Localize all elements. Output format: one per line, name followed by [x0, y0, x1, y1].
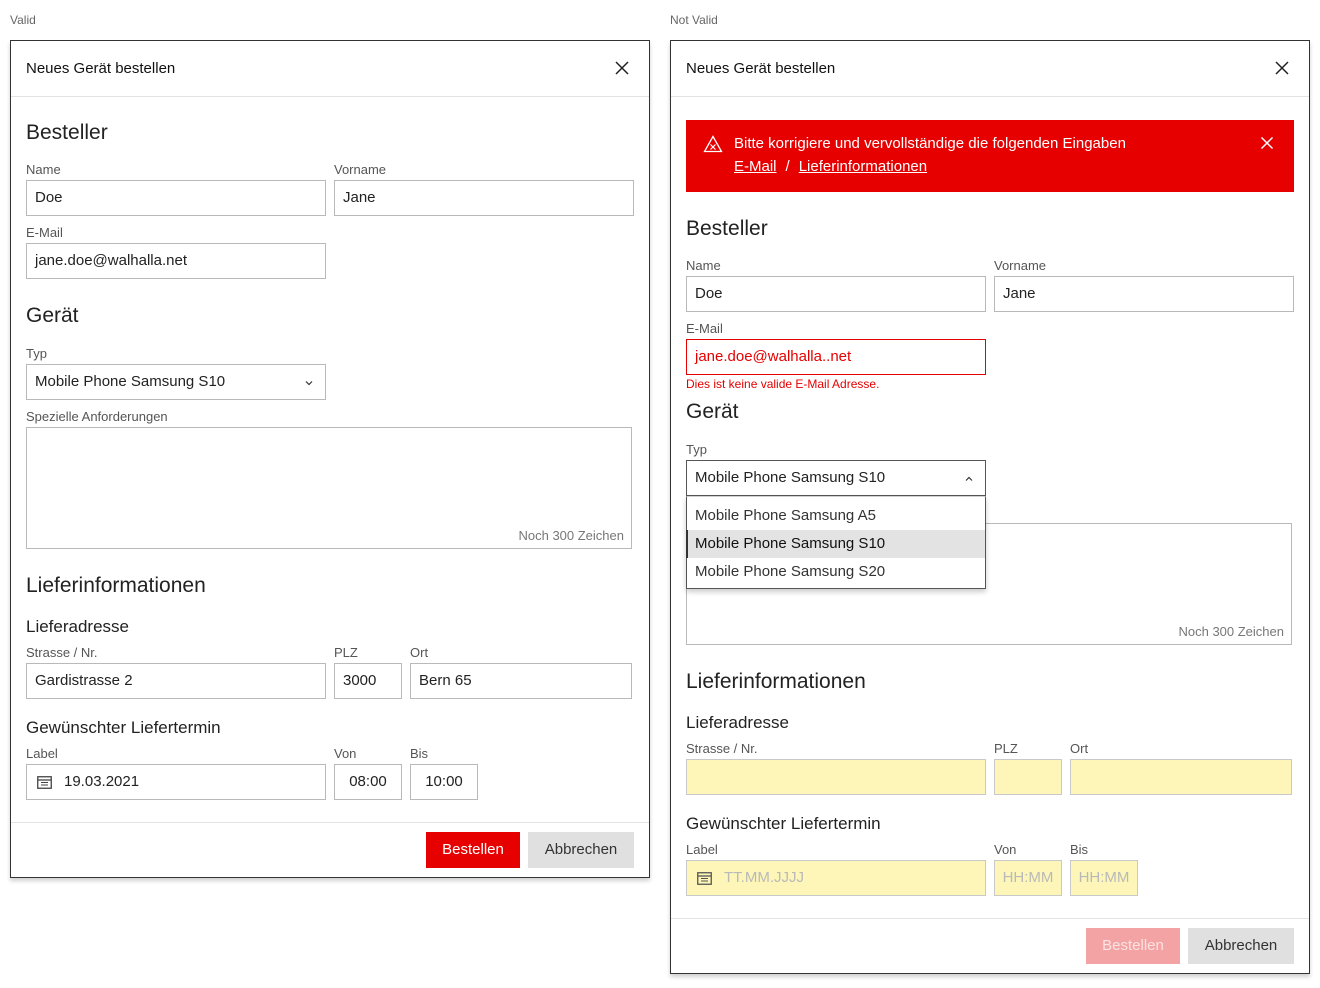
alert-close-icon[interactable]	[1260, 136, 1274, 150]
order-dialog-valid: Neues Gerät bestellen Besteller Name Doe…	[10, 40, 650, 878]
dialog-title: Neues Gerät bestellen	[686, 60, 836, 77]
alert-links: E-Mail / Lieferinformationen	[734, 158, 927, 175]
dialog-header: Neues Gerät bestellen	[671, 41, 1309, 97]
calendar-icon	[37, 776, 52, 789]
type-label: Typ	[686, 442, 707, 457]
street-field[interactable]	[686, 759, 986, 795]
zip-field[interactable]: 3000	[334, 663, 402, 699]
email-label: E-Mail	[686, 321, 723, 336]
date-field[interactable]: 19.03.2021	[26, 764, 326, 800]
section-delivery-title: Lieferinformationen	[686, 670, 866, 693]
street-field[interactable]: Gardistrasse 2	[26, 663, 326, 699]
type-select-value: Mobile Phone Samsung S10	[35, 373, 226, 390]
close-icon[interactable]	[614, 60, 630, 76]
name-label: Name	[686, 258, 721, 273]
requirements-textarea[interactable]: Noch 300 Zeichen	[26, 427, 632, 549]
error-alert: Bitte korrigiere und vervollständige die…	[686, 120, 1294, 192]
date-label: Label	[686, 842, 718, 857]
to-placeholder: HH:MM	[1078, 869, 1130, 886]
section-device-title: Gerät	[26, 304, 79, 327]
city-label: Ort	[410, 645, 429, 660]
city-field[interactable]	[1070, 759, 1292, 795]
from-field[interactable]: HH:MM	[994, 860, 1062, 896]
email-error-message: Dies ist keine valide E-Mail Adresse.	[686, 377, 880, 391]
from-label: Von	[994, 842, 1017, 857]
street-label: Strasse / Nr.	[26, 645, 98, 660]
dialog-footer: Bestellen Abbrechen	[671, 918, 1309, 973]
to-field[interactable]: HH:MM	[1070, 860, 1138, 896]
date-field[interactable]: TT.MM.JJJJ	[686, 860, 986, 896]
zip-field[interactable]	[994, 759, 1062, 795]
email-label: E-Mail	[26, 225, 63, 240]
city-label: Ort	[1070, 741, 1089, 756]
requirements-label: Spezielle Anforderungen	[26, 409, 168, 424]
cancel-button[interactable]: Abbrechen	[528, 832, 634, 868]
char-counter: Noch 300 Zeichen	[1178, 624, 1284, 639]
alert-link-email[interactable]: E-Mail	[734, 158, 777, 175]
cancel-button[interactable]: Abbrechen	[1188, 928, 1294, 964]
type-select[interactable]: Mobile Phone Samsung S10	[26, 364, 326, 400]
name-label: Name	[26, 162, 61, 177]
from-field[interactable]: 08:00	[334, 764, 402, 800]
date-title: Gewünschter Liefertermin	[26, 718, 221, 737]
to-label: Bis	[410, 746, 429, 761]
date-value: 19.03.2021	[64, 773, 140, 790]
type-option[interactable]: Mobile Phone Samsung S20	[687, 558, 985, 586]
chevron-up-icon	[965, 476, 973, 481]
order-dialog-invalid: Neues Gerät bestellen Bitte korrigiere u…	[670, 40, 1310, 974]
from-label: Von	[334, 746, 357, 761]
section-orderer-title: Besteller	[686, 217, 768, 240]
firstname-label: Vorname	[334, 162, 387, 177]
type-select-value: Mobile Phone Samsung S10	[695, 469, 886, 486]
type-select[interactable]: Mobile Phone Samsung S10	[686, 460, 986, 496]
alert-link-separator: /	[785, 158, 790, 175]
calendar-icon	[697, 872, 712, 885]
order-button-disabled: Bestellen	[1086, 928, 1180, 964]
street-label: Strasse / Nr.	[686, 741, 758, 756]
firstname-label: Vorname	[994, 258, 1047, 273]
caption-valid: Valid	[10, 13, 36, 27]
type-option-selected[interactable]: Mobile Phone Samsung S10	[686, 530, 985, 558]
address-title: Lieferadresse	[26, 617, 130, 636]
type-label: Typ	[26, 346, 47, 361]
dialog-title: Neues Gerät bestellen	[26, 60, 176, 77]
name-field[interactable]: Doe	[26, 180, 326, 216]
city-field[interactable]: Bern 65	[410, 663, 632, 699]
section-device-title: Gerät	[686, 400, 739, 423]
from-placeholder: HH:MM	[1002, 869, 1054, 886]
alert-link-delivery[interactable]: Lieferinformationen	[799, 158, 927, 175]
type-dropdown: Mobile Phone Samsung A5 Mobile Phone Sam…	[686, 496, 986, 589]
name-field[interactable]: Doe	[686, 276, 986, 312]
dialog-footer: Bestellen Abbrechen	[11, 822, 649, 877]
email-field[interactable]: jane.doe@walhalla.net	[26, 243, 326, 279]
firstname-field[interactable]: Jane	[334, 180, 634, 216]
firstname-field[interactable]: Jane	[994, 276, 1294, 312]
chevron-down-icon	[305, 381, 313, 386]
close-icon[interactable]	[1274, 60, 1290, 76]
warning-icon	[703, 135, 723, 153]
date-title: Gewünschter Liefertermin	[686, 814, 881, 833]
to-label: Bis	[1070, 842, 1089, 857]
section-delivery-title: Lieferinformationen	[26, 574, 206, 597]
dialog-header: Neues Gerät bestellen	[11, 41, 649, 97]
address-title: Lieferadresse	[686, 713, 790, 732]
zip-label: PLZ	[994, 741, 1018, 756]
char-counter: Noch 300 Zeichen	[518, 528, 624, 543]
type-option[interactable]: Mobile Phone Samsung A5	[687, 502, 985, 530]
zip-label: PLZ	[334, 645, 358, 660]
to-field[interactable]: 10:00	[410, 764, 478, 800]
caption-invalid: Not Valid	[670, 13, 718, 27]
order-button[interactable]: Bestellen	[426, 832, 520, 868]
section-orderer-title: Besteller	[26, 121, 108, 144]
alert-message: Bitte korrigiere und vervollständige die…	[734, 135, 1126, 152]
date-label: Label	[26, 746, 58, 761]
date-placeholder: TT.MM.JJJJ	[724, 869, 804, 886]
email-field[interactable]: jane.doe@walhalla..net	[686, 339, 986, 375]
